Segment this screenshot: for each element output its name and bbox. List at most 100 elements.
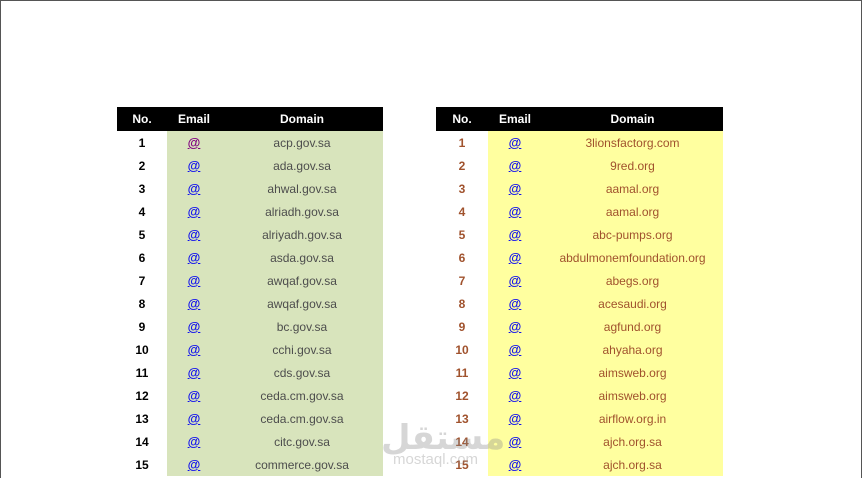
gov-domains-table: No. Email Domain 1 @ acp.gov.sa 2 @ ada.gov.s… <box>117 107 383 476</box>
header-domain: Domain <box>221 107 383 131</box>
row-number: 5 <box>436 223 488 246</box>
row-number: 7 <box>436 269 488 292</box>
email-link[interactable]: @ <box>509 457 522 472</box>
email-link[interactable]: @ <box>188 411 201 426</box>
domain-cell: agfund.org <box>542 315 723 338</box>
email-cell: @ <box>167 246 221 269</box>
email-link[interactable]: @ <box>509 204 522 219</box>
domain-cell: cchi.gov.sa <box>221 338 383 361</box>
table-row: 4 @ alriadh.gov.sa <box>117 200 383 223</box>
email-link[interactable]: @ <box>509 365 522 380</box>
table-row: 12 @ aimsweb.org <box>436 384 723 407</box>
domain-cell: aimsweb.org <box>542 384 723 407</box>
email-link[interactable]: @ <box>188 250 201 265</box>
email-cell: @ <box>488 430 542 453</box>
email-link[interactable]: @ <box>188 273 201 288</box>
table-row: 6 @ asda.gov.sa <box>117 246 383 269</box>
email-link[interactable]: @ <box>509 227 522 242</box>
email-cell: @ <box>167 315 221 338</box>
table-row: 3 @ aamal.org <box>436 177 723 200</box>
email-link[interactable]: @ <box>188 319 201 334</box>
email-cell: @ <box>167 200 221 223</box>
domain-cell: aamal.org <box>542 200 723 223</box>
email-link[interactable]: @ <box>188 204 201 219</box>
email-link[interactable]: @ <box>509 319 522 334</box>
email-link[interactable]: @ <box>509 342 522 357</box>
table-row: 10 @ cchi.gov.sa <box>117 338 383 361</box>
domain-cell: asda.gov.sa <box>221 246 383 269</box>
email-link[interactable]: @ <box>509 273 522 288</box>
row-number: 12 <box>117 384 167 407</box>
email-link[interactable]: @ <box>188 365 201 380</box>
email-link[interactable]: @ <box>509 158 522 173</box>
email-link[interactable]: @ <box>509 250 522 265</box>
email-link[interactable]: @ <box>188 135 201 150</box>
row-number: 6 <box>117 246 167 269</box>
domain-cell: aimsweb.org <box>542 361 723 384</box>
org-domains-table: No. Email Domain 1 @3lionsfactorg.com 2 @9r… <box>436 107 723 476</box>
row-number: 9 <box>436 315 488 338</box>
row-number: 8 <box>117 292 167 315</box>
email-link[interactable]: @ <box>509 411 522 426</box>
table-row: 15 @ commerce.gov.sa <box>117 453 383 476</box>
row-number: 11 <box>436 361 488 384</box>
email-cell: @ <box>488 315 542 338</box>
header-email: Email <box>167 107 221 131</box>
table-row: 15 @ ajch.org.sa <box>436 453 723 476</box>
table-header-row: No. Email Domain <box>436 107 723 131</box>
row-number: 14 <box>436 430 488 453</box>
email-cell: @ <box>488 407 542 430</box>
row-number: 13 <box>117 407 167 430</box>
table-row: 11 @ aimsweb.org <box>436 361 723 384</box>
email-cell: @ <box>488 223 542 246</box>
domain-cell: ahyaha.org <box>542 338 723 361</box>
email-cell: @ <box>488 131 542 154</box>
row-number: 4 <box>117 200 167 223</box>
email-link[interactable]: @ <box>509 135 522 150</box>
table-row: 6 @ abdulmonemfoundation.org <box>436 246 723 269</box>
row-number: 15 <box>436 453 488 476</box>
email-cell: @ <box>167 154 221 177</box>
domain-cell: bc.gov.sa <box>221 315 383 338</box>
row-number: 2 <box>436 154 488 177</box>
table-row: 13 @ ceda.cm.gov.sa <box>117 407 383 430</box>
email-link[interactable]: @ <box>188 296 201 311</box>
header-domain: Domain <box>542 107 723 131</box>
email-cell: @ <box>488 269 542 292</box>
table-row: 1 @ acp.gov.sa <box>117 131 383 154</box>
domain-cell: awqaf.gov.sa <box>221 292 383 315</box>
email-link[interactable]: @ <box>188 158 201 173</box>
table-row: 13 @ airflow.org.in <box>436 407 723 430</box>
row-number: 14 <box>117 430 167 453</box>
email-link[interactable]: @ <box>509 296 522 311</box>
email-cell: @ <box>167 223 221 246</box>
row-number: 13 <box>436 407 488 430</box>
email-link[interactable]: @ <box>188 181 201 196</box>
table-row: 12 @ ceda.cm.gov.sa <box>117 384 383 407</box>
table-row: 7 @ abegs.org <box>436 269 723 292</box>
email-link[interactable]: @ <box>188 227 201 242</box>
domain-cell: commerce.gov.sa <box>221 453 383 476</box>
email-cell: @ <box>167 361 221 384</box>
email-cell: @ <box>167 269 221 292</box>
email-link[interactable]: @ <box>188 434 201 449</box>
email-cell: @ <box>488 361 542 384</box>
email-cell: @ <box>488 453 542 476</box>
row-number: 2 <box>117 154 167 177</box>
domain-cell: ajch.org.sa <box>542 430 723 453</box>
row-number: 3 <box>117 177 167 200</box>
email-cell: @ <box>167 407 221 430</box>
email-link[interactable]: @ <box>509 388 522 403</box>
domain-cell: ceda.cm.gov.sa <box>221 384 383 407</box>
email-link[interactable]: @ <box>188 388 201 403</box>
row-number: 4 <box>436 200 488 223</box>
email-link[interactable]: @ <box>509 181 522 196</box>
table-row: 5 @ alriyadh.gov.sa <box>117 223 383 246</box>
email-link[interactable]: @ <box>188 457 201 472</box>
domain-cell: abc-pumps.org <box>542 223 723 246</box>
email-link[interactable]: @ <box>188 342 201 357</box>
email-cell: @ <box>488 384 542 407</box>
domain-cell: 3lionsfactorg.com <box>542 131 723 154</box>
domain-cell: acesaudi.org <box>542 292 723 315</box>
email-link[interactable]: @ <box>509 434 522 449</box>
